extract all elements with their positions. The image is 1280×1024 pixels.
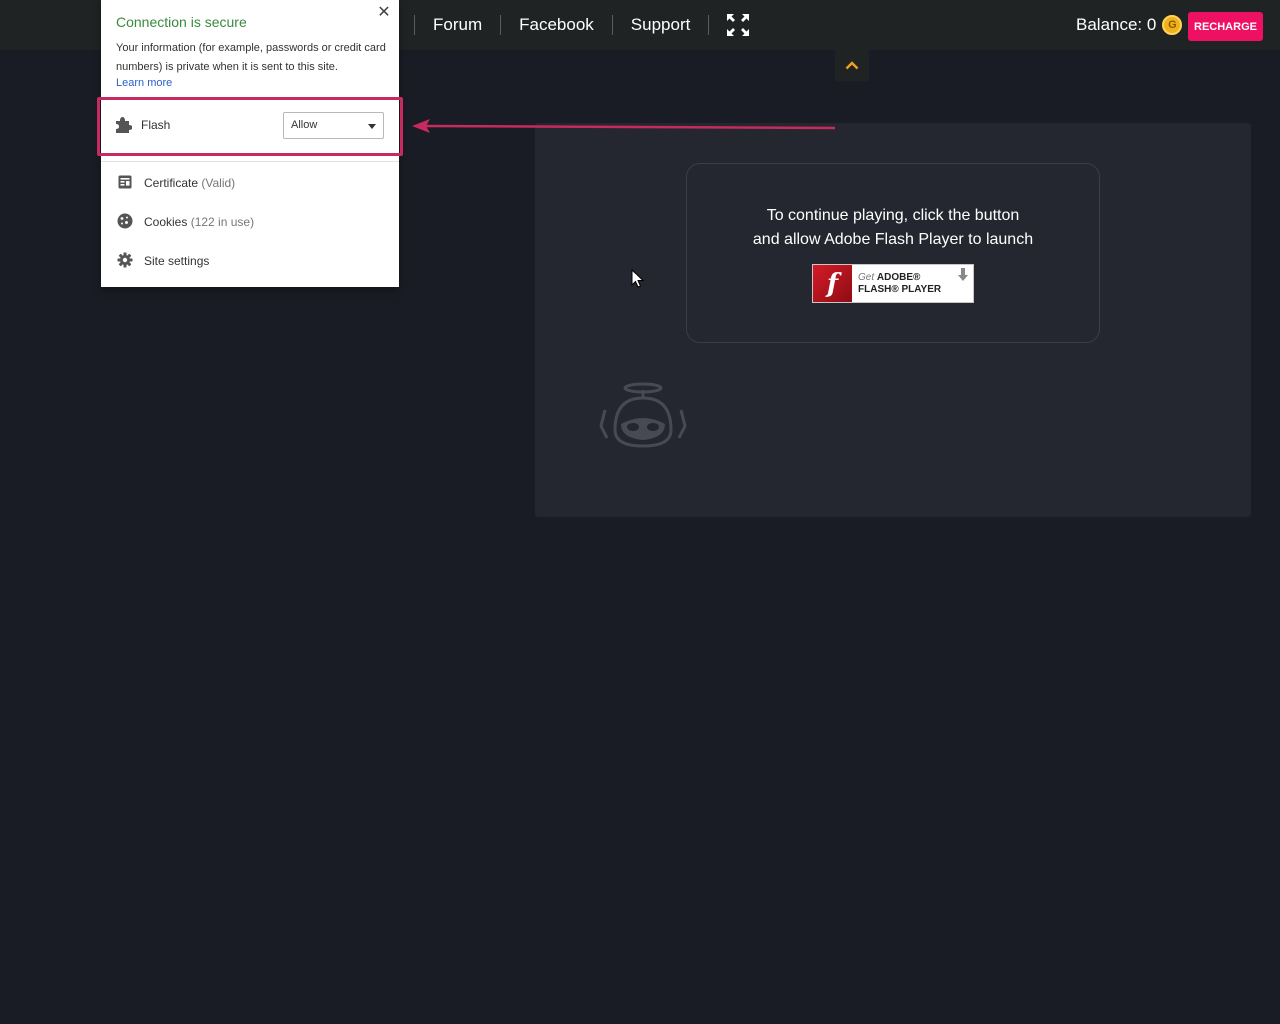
gear-icon	[117, 252, 133, 268]
nav-link-facebook[interactable]: Facebook	[501, 15, 612, 35]
cookies-link[interactable]: Cookies (122 in use)	[144, 215, 254, 229]
flash-badge-get: Get	[858, 272, 875, 283]
collapse-header-button[interactable]	[835, 50, 869, 81]
connection-description: Your information (for example, passwords…	[116, 42, 386, 73]
flash-badge-product: FLASH® PLAYER	[858, 284, 942, 295]
certificate-link[interactable]: Certificate (Valid)	[144, 176, 235, 190]
cookies-label: Cookies	[144, 215, 188, 229]
robot-mascot-icon	[599, 382, 687, 448]
mouse-cursor-icon	[631, 269, 644, 288]
certificate-status: (Valid)	[201, 176, 236, 190]
balance-display: Balance: 0 G	[1076, 15, 1183, 35]
game-panel: To continue playing, click the button an…	[535, 123, 1251, 517]
dropdown-caret-icon	[368, 124, 376, 129]
get-flash-player-button[interactable]: f Get ADOBE® FLASH® PLAYER	[812, 264, 974, 303]
site-info-popup: Connection is secure ✕ Your information …	[97, 0, 403, 287]
flash-badge-text: Get ADOBE® FLASH® PLAYER	[852, 265, 941, 302]
close-popup-button[interactable]: ✕	[375, 2, 393, 21]
flash-permission-row: Flash Allow	[97, 97, 403, 156]
flash-message-line-2: and allow Adobe Flash Player to launch	[752, 231, 1034, 248]
flash-permission-select[interactable]: Allow	[283, 112, 384, 139]
nav-link-forum[interactable]: Forum	[415, 15, 500, 35]
cookies-status: (122 in use)	[190, 215, 255, 229]
connection-status: Connection is secure	[116, 14, 247, 30]
certificate-icon	[118, 175, 132, 189]
close-icon: ✕	[377, 4, 391, 21]
cookie-icon	[117, 213, 133, 229]
flash-permission-value: Allow	[291, 119, 318, 131]
main-nav: Forum Facebook Support	[414, 0, 767, 50]
popup-divider	[101, 161, 399, 162]
coin-icon: G	[1162, 15, 1183, 35]
annotation-arrow	[412, 119, 836, 133]
chevron-up-icon	[845, 61, 859, 70]
nav-link-support[interactable]: Support	[613, 15, 709, 35]
fullscreen-icon	[727, 14, 750, 36]
flash-label: Flash	[141, 118, 171, 132]
site-settings-link[interactable]: Site settings	[144, 254, 209, 268]
flash-required-box: To continue playing, click the button an…	[686, 163, 1100, 343]
recharge-button[interactable]: RECHARGE	[1188, 12, 1263, 41]
certificate-label: Certificate	[144, 176, 199, 190]
fullscreen-button[interactable]	[709, 0, 767, 50]
puzzle-piece-icon	[114, 116, 132, 134]
flash-badge-adobe: ADOBE®	[876, 272, 921, 283]
flash-message-line-1: To continue playing, click the button	[766, 207, 1020, 224]
flash-message: To continue playing, click the button an…	[687, 204, 1099, 252]
balance-label: Balance: 0	[1076, 15, 1157, 34]
learn-more-link[interactable]: Learn more	[116, 77, 172, 89]
flash-logo-icon: f	[813, 265, 852, 302]
download-arrow-icon	[958, 268, 968, 281]
